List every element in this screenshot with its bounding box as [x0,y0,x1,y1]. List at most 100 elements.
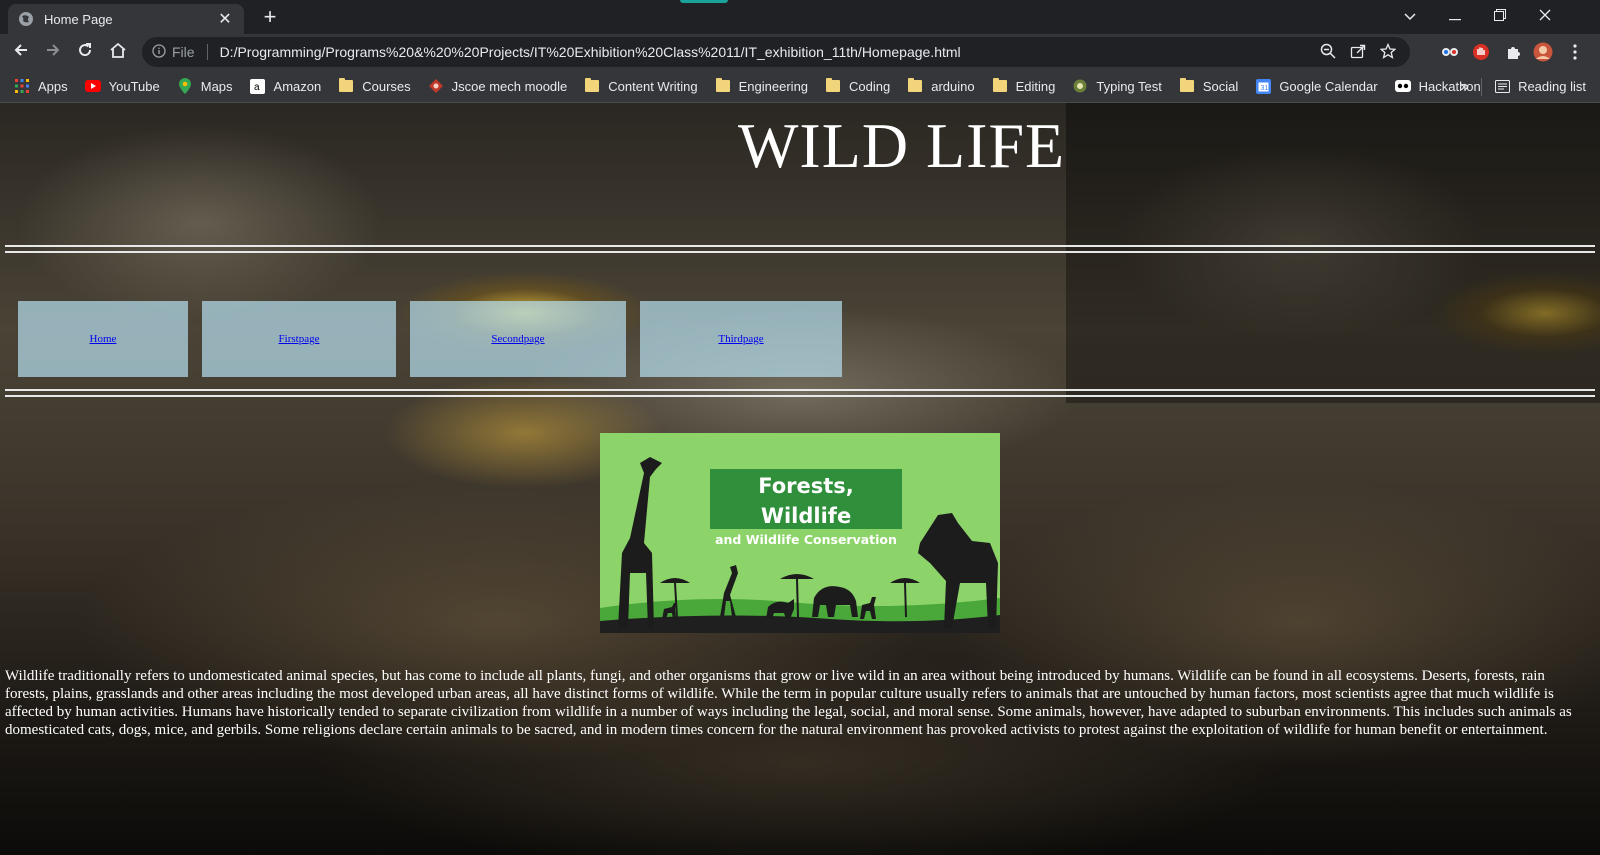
wildlife-paragraph: Wildlife traditionally refers to undomes… [5,668,1572,738]
back-button[interactable] [9,40,33,64]
arrow-right-icon [45,42,61,63]
page-title: WILD LIFE [738,110,1066,181]
bookmarks-bar: Apps YouTube Maps a Amazon Courses Jscoe… [0,70,1600,103]
svg-text:a: a [254,82,260,93]
bookmark-label: Maps [200,78,233,94]
bookmark-moodle[interactable]: Jscoe mech moodle [428,78,568,94]
restore-icon [1494,8,1506,26]
folder-icon [907,78,923,94]
minimize-button[interactable] [1441,6,1469,28]
nav-box-firstpage[interactable]: Firstpage [202,301,396,377]
nav-box-secondpage[interactable]: Secondpage [410,301,626,377]
reading-list-button[interactable]: Reading list [1494,79,1586,95]
folder-icon [584,78,600,94]
extensions-puzzle-icon[interactable] [1503,42,1523,62]
banner-heading: Forests, Wildlife and Wildlife Conservat… [710,469,902,547]
svg-text:31: 31 [1260,85,1268,92]
bookmark-label: Editing [1015,78,1056,94]
folder-icon [825,78,841,94]
nav-link-secondpage[interactable]: Secondpage [491,333,544,345]
globe-icon [18,11,34,27]
bookmark-label: Jscoe mech moodle [451,78,568,94]
bookmark-courses[interactable]: Courses [338,78,411,94]
typing-test-icon [1072,78,1088,94]
apps-grid-icon [14,78,30,94]
bookmark-label: Amazon [273,78,322,94]
close-icon [1539,8,1551,26]
bookmark-maps[interactable]: Maps [177,78,233,94]
bookmark-star-icon[interactable] [1379,42,1397,62]
bookmark-label: Social [1202,78,1239,94]
bookmarks-divider [1481,77,1483,96]
bookmark-label: Typing Test [1096,78,1162,94]
tab-group-indicator [680,0,728,3]
bookmark-apps[interactable]: Apps [14,78,68,94]
info-circle-icon [152,43,166,61]
tab-strip: Home Page ✕ + [0,0,1600,34]
background-tile-seam [1066,103,1600,403]
window-close-button[interactable] [1531,6,1559,28]
bookmark-typing-test[interactable]: Typing Test [1072,78,1162,94]
address-divider [206,44,208,60]
bookmark-engineering[interactable]: Engineering [715,78,808,94]
reading-list-icon [1494,79,1510,95]
bookmark-arduino[interactable]: arduino [907,78,975,94]
home-icon [109,42,127,63]
new-tab-button[interactable]: + [258,6,282,30]
banner-heading-line1: Forests, Wildlife [758,474,854,528]
address-bar[interactable]: File D:/Programming/Programs%20&%20%20Pr… [142,37,1410,67]
nav-box-home[interactable]: Home [18,301,188,377]
tab-title: Home Page [44,11,113,27]
bookmarks-overflow-button[interactable]: » [1460,78,1469,96]
nav-divider [5,389,1595,397]
bookmark-editing[interactable]: Editing [992,78,1056,94]
folder-icon [992,78,1008,94]
page-viewport[interactable]: WILD LIFE Home Firstpage Secondpage Thir… [0,103,1600,855]
folder-icon [715,78,731,94]
restore-button[interactable] [1486,6,1514,28]
zoom-icon[interactable] [1320,43,1336,62]
nav-link-firstpage[interactable]: Firstpage [279,333,320,345]
bookmark-content-writing[interactable]: Content Writing [584,78,698,94]
chevron-down-icon [1404,8,1416,26]
site-info-button[interactable]: File [152,43,195,61]
folder-icon [338,78,354,94]
profile-avatar[interactable] [1533,42,1553,62]
bookmark-youtube[interactable]: YouTube [84,78,160,94]
home-button[interactable] [106,40,130,64]
bookmark-amazon[interactable]: a Amazon [250,78,322,94]
bookmark-coding[interactable]: Coding [825,78,890,94]
nav-box-thirdpage[interactable]: Thirdpage [640,301,842,377]
calendar-icon: 31 [1255,78,1271,94]
reload-button[interactable] [73,40,97,64]
banner-heading-line2: and Wildlife Conservation [715,532,897,547]
share-icon[interactable] [1350,43,1366,62]
wildlife-banner-image: Forests, Wildlife and Wildlife Conservat… [600,433,1000,633]
bookmark-label: arduino [931,78,975,94]
extension-owl-icon[interactable] [1440,42,1460,62]
reload-icon [77,42,93,63]
bookmark-label: Engineering [738,78,809,94]
reading-list-label: Reading list [1518,79,1586,94]
menu-kebab-icon[interactable] [1565,42,1585,62]
nav-link-thirdpage[interactable]: Thirdpage [718,333,763,345]
bookmark-google-calendar[interactable]: 31 Google Calendar [1255,78,1378,94]
bookmark-label: Courses [362,78,411,94]
extension-hand-icon[interactable] [1471,42,1491,62]
browser-tab[interactable]: Home Page ✕ [8,4,244,34]
tab-search-button[interactable] [1396,6,1424,28]
bookmark-label: Google Calendar [1279,78,1378,94]
tab-close-button[interactable]: ✕ [216,10,234,28]
nav-link-home[interactable]: Home [90,333,117,345]
browser-toolbar: File D:/Programming/Programs%20&%20%20Pr… [0,34,1600,70]
maps-pin-icon [177,78,193,94]
moodle-icon [428,78,444,94]
minimize-icon [1449,8,1461,26]
forward-button[interactable] [41,40,65,64]
bookmark-label: Content Writing [608,78,698,94]
hackathon-icon [1394,78,1411,94]
bookmark-label: YouTube [108,78,160,94]
folder-icon [1179,78,1195,94]
url-text[interactable]: D:/Programming/Programs%20&%20%20Project… [220,44,1320,60]
bookmark-social[interactable]: Social [1179,78,1238,94]
